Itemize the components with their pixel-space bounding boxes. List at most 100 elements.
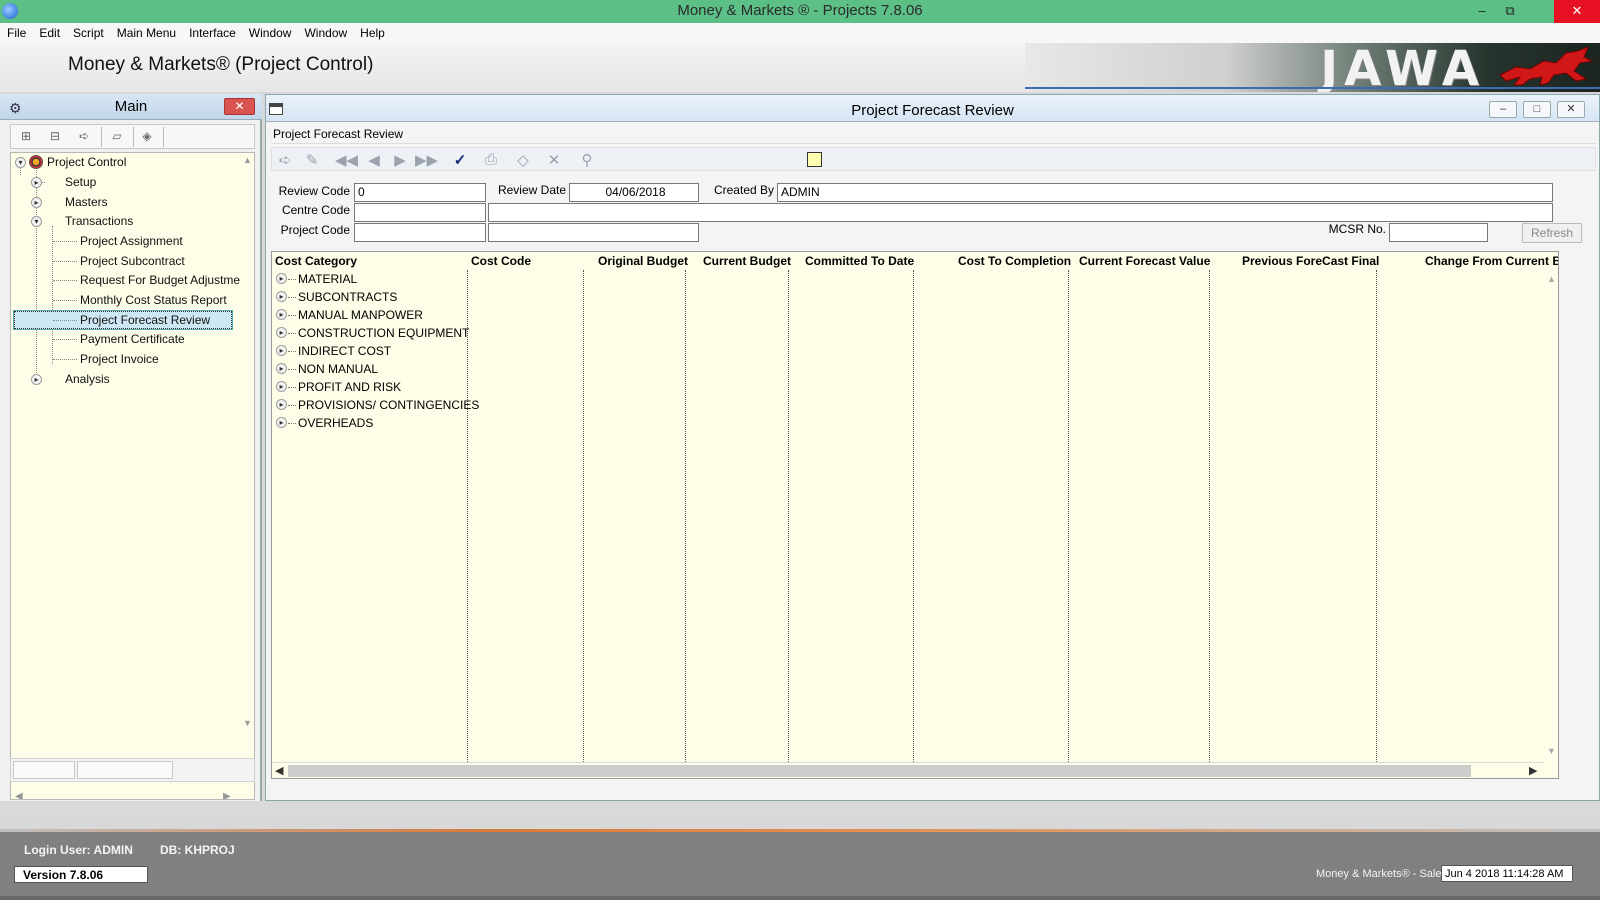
grid-vertical-scrollbar[interactable]: ▲ ▼ — [1544, 270, 1558, 762]
save-check-icon[interactable]: ✓ — [450, 151, 470, 169]
close-button[interactable]: ✕ — [1554, 0, 1600, 23]
tree-item-project-assignment[interactable]: Project Assignment — [80, 232, 183, 250]
col-cost-category[interactable]: Cost Category — [275, 253, 357, 269]
tree-item-analysis[interactable]: Analysis — [65, 370, 110, 388]
col-current-forecast-value[interactable]: Current Forecast Value — [1079, 253, 1210, 269]
forward-icon[interactable]: ➪ — [74, 129, 94, 145]
previous-record-icon[interactable]: ◀ — [364, 151, 384, 169]
forecast-window: Project Forecast Review – □ ✕ Project Fo… — [265, 94, 1600, 801]
tree-root-project-control[interactable]: Project Control — [29, 153, 126, 171]
row-expander-icon[interactable]: ▸ — [276, 345, 287, 356]
row-expander-icon[interactable]: ▸ — [276, 327, 287, 338]
project-name-input[interactable] — [488, 223, 699, 242]
tree-horizontal-scrollbar[interactable]: ◀ ▶ — [11, 791, 241, 799]
scroll-thumb[interactable] — [288, 765, 1471, 777]
col-committed-to-date[interactable]: Committed To Date — [805, 253, 914, 269]
status-bar: Login User: ADMIN DB: KHPROJ Version 7.8… — [0, 832, 1600, 900]
first-record-icon[interactable]: ◀◀ — [335, 151, 358, 169]
review-code-input[interactable]: 0 — [354, 183, 486, 202]
expander-expand-icon[interactable]: ▸ — [31, 197, 42, 208]
tree-item-transactions[interactable]: Transactions — [65, 212, 133, 230]
expander-collapse-icon[interactable]: ▾ — [31, 216, 42, 227]
forecast-minimize-button[interactable]: – — [1489, 101, 1517, 118]
tree-vertical-scrollbar[interactable]: ▲ ▼ — [240, 153, 254, 753]
scroll-right-icon[interactable]: ▶ — [1529, 763, 1537, 778]
scroll-up-icon[interactable]: ▲ — [243, 155, 252, 165]
scroll-right-icon[interactable]: ▶ — [223, 791, 231, 799]
forecast-maximize-button[interactable]: □ — [1523, 101, 1551, 118]
row-expander-icon[interactable]: ▸ — [276, 291, 287, 302]
expander-expand-icon[interactable]: ▸ — [31, 177, 42, 188]
tree-item-project-subcontract[interactable]: Project Subcontract — [80, 252, 185, 270]
tree-item-project-forecast-review[interactable]: Project Forecast Review — [80, 311, 210, 329]
main-panel: ⚙ Main ✕ ⊞ ⊟ ➪ ▱ ◈ ▾ Project Control ▸ S… — [0, 94, 262, 801]
row-expander-icon[interactable]: ▸ — [276, 417, 287, 428]
minimize-button[interactable]: – — [1468, 0, 1496, 23]
tree-line — [288, 297, 296, 298]
tree-line — [53, 261, 77, 262]
workspace-bottom — [0, 801, 1600, 821]
row-expander-icon[interactable]: ▸ — [276, 363, 287, 374]
forecast-close-button[interactable]: ✕ — [1557, 101, 1585, 118]
restore-button[interactable]: ⧉ — [1496, 0, 1524, 23]
last-record-icon[interactable]: ▶▶ — [415, 151, 438, 169]
menu-file[interactable]: File — [0, 23, 32, 41]
menu-window[interactable]: Window — [242, 23, 298, 41]
scroll-down-icon[interactable]: ▼ — [1547, 746, 1556, 756]
col-cost-code[interactable]: Cost Code — [471, 253, 531, 269]
centre-name-input[interactable] — [488, 203, 1553, 222]
menu-help[interactable]: Help — [353, 23, 391, 41]
grid-horizontal-scrollbar[interactable]: ◀ ▶ — [272, 762, 1544, 778]
menu-script[interactable]: Script — [66, 23, 110, 41]
row-expander-icon[interactable]: ▸ — [276, 399, 287, 410]
scroll-left-icon[interactable]: ◀ — [275, 763, 283, 778]
col-original-budget[interactable]: Original Budget — [598, 253, 688, 269]
column-divider — [583, 270, 584, 762]
scroll-up-icon[interactable]: ▲ — [1547, 274, 1556, 284]
col-previous-forecast-final[interactable]: Previous ForeCast Final — [1242, 253, 1379, 269]
tree-item-request-budget-adjustment[interactable]: Request For Budget Adjustment — [80, 271, 250, 289]
col-change-from-current-budget[interactable]: Change From Current Bu — [1425, 253, 1558, 269]
find-binoculars-icon[interactable]: ⚲ — [577, 151, 597, 169]
edit-record-icon[interactable]: ✎ — [302, 151, 322, 169]
expander-collapse-icon[interactable]: ▾ — [15, 157, 26, 168]
tree-item-project-invoice[interactable]: Project Invoice — [80, 350, 159, 368]
red-horse-icon — [1499, 46, 1594, 86]
col-current-budget[interactable]: Current Budget — [703, 253, 791, 269]
books-icon[interactable]: ▱ — [107, 129, 127, 145]
scroll-left-icon[interactable]: ◀ — [15, 791, 23, 799]
row-expander-icon[interactable]: ▸ — [276, 309, 287, 320]
eraser-icon[interactable]: ◇ — [513, 151, 533, 169]
next-record-icon[interactable]: ▶ — [390, 151, 410, 169]
centre-code-input[interactable] — [354, 203, 486, 222]
col-cost-to-completion[interactable]: Cost To Completion — [958, 253, 1071, 269]
tree-item-payment-certificate[interactable]: Payment Certificate — [80, 330, 185, 348]
menu-main-menu[interactable]: Main Menu — [110, 23, 182, 41]
cancel-icon[interactable]: ✕ — [544, 151, 564, 169]
scroll-down-icon[interactable]: ▼ — [243, 718, 252, 728]
new-record-icon[interactable]: ➪ — [275, 151, 295, 169]
row-expander-icon[interactable]: ▸ — [276, 381, 287, 392]
created-by-input[interactable]: ADMIN — [777, 183, 1553, 202]
refresh-button[interactable]: Refresh — [1522, 223, 1582, 243]
tree-item-setup[interactable]: Setup — [65, 173, 96, 191]
row-expander-icon[interactable]: ▸ — [276, 273, 287, 284]
tree-line — [53, 241, 77, 242]
book-icon[interactable]: ◈ — [137, 129, 157, 145]
menu-edit[interactable]: Edit — [32, 23, 66, 41]
collapse-all-icon[interactable]: ⊟ — [45, 129, 65, 145]
status-square[interactable] — [807, 152, 822, 167]
menu-interface[interactable]: Interface — [182, 23, 242, 41]
main-panel-close-button[interactable]: ✕ — [224, 98, 255, 115]
project-code-input[interactable] — [354, 223, 486, 242]
tree-item-masters[interactable]: Masters — [65, 193, 108, 211]
print-icon[interactable]: ⎙ — [481, 151, 501, 168]
main-panel-status — [10, 758, 255, 782]
window-title-bar: Money & Markets ® - Projects 7.8.06 – ⧉ … — [0, 0, 1600, 23]
tree-item-monthly-cost-status-report[interactable]: Monthly Cost Status Report — [80, 291, 227, 309]
expand-all-icon[interactable]: ⊞ — [16, 129, 36, 145]
mcsr-input[interactable] — [1389, 223, 1488, 242]
review-date-input[interactable]: 04/06/2018 — [569, 183, 699, 202]
menu-window-2[interactable]: Window — [297, 23, 353, 41]
expander-expand-icon[interactable]: ▸ — [31, 374, 42, 385]
